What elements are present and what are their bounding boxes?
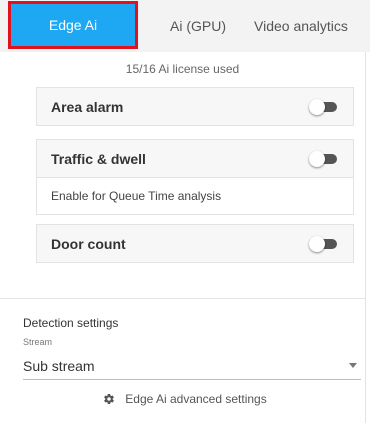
traffic-dwell-description: Enable for Queue Time analysis — [37, 177, 353, 214]
tab-ai-gpu[interactable]: Ai (GPU) — [148, 4, 248, 48]
area-alarm-card: Area alarm — [36, 87, 354, 126]
advanced-settings-label: Edge Ai advanced settings — [125, 392, 267, 406]
tab-video-analytics[interactable]: Video analytics — [254, 4, 370, 48]
toggle-knob — [309, 98, 325, 115]
stream-label: Stream — [23, 337, 53, 347]
license-usage-text: 15/16 Ai license used — [125, 62, 240, 76]
traffic-dwell-label: Traffic & dwell — [51, 150, 146, 167]
area-alarm-label: Area alarm — [51, 98, 124, 115]
door-count-header: Door count — [37, 225, 353, 262]
gear-icon — [103, 393, 115, 405]
stream-select[interactable]: Sub stream — [23, 352, 361, 380]
toggle-knob — [309, 235, 325, 252]
area-alarm-toggle[interactable] — [309, 98, 339, 115]
door-count-label: Door count — [51, 235, 126, 252]
door-count-card: Door count — [36, 224, 354, 263]
tab-bar: Edge Ai Ai (GPU) Video analytics — [0, 0, 370, 52]
stream-select-value: Sub stream — [23, 357, 95, 374]
area-alarm-header: Area alarm — [37, 88, 353, 125]
toggle-knob — [309, 150, 325, 167]
traffic-dwell-card: Traffic & dwell Enable for Queue Time an… — [36, 139, 354, 215]
tab-edge-ai[interactable]: Edge Ai — [11, 4, 135, 46]
section-divider — [0, 298, 365, 299]
traffic-dwell-header: Traffic & dwell — [37, 140, 353, 177]
advanced-settings-button[interactable]: Edge Ai advanced settings — [0, 392, 370, 406]
traffic-dwell-toggle[interactable] — [309, 150, 339, 167]
caret-down-icon — [349, 363, 357, 368]
detection-settings-title: Detection settings — [23, 316, 119, 330]
door-count-toggle[interactable] — [309, 235, 339, 252]
